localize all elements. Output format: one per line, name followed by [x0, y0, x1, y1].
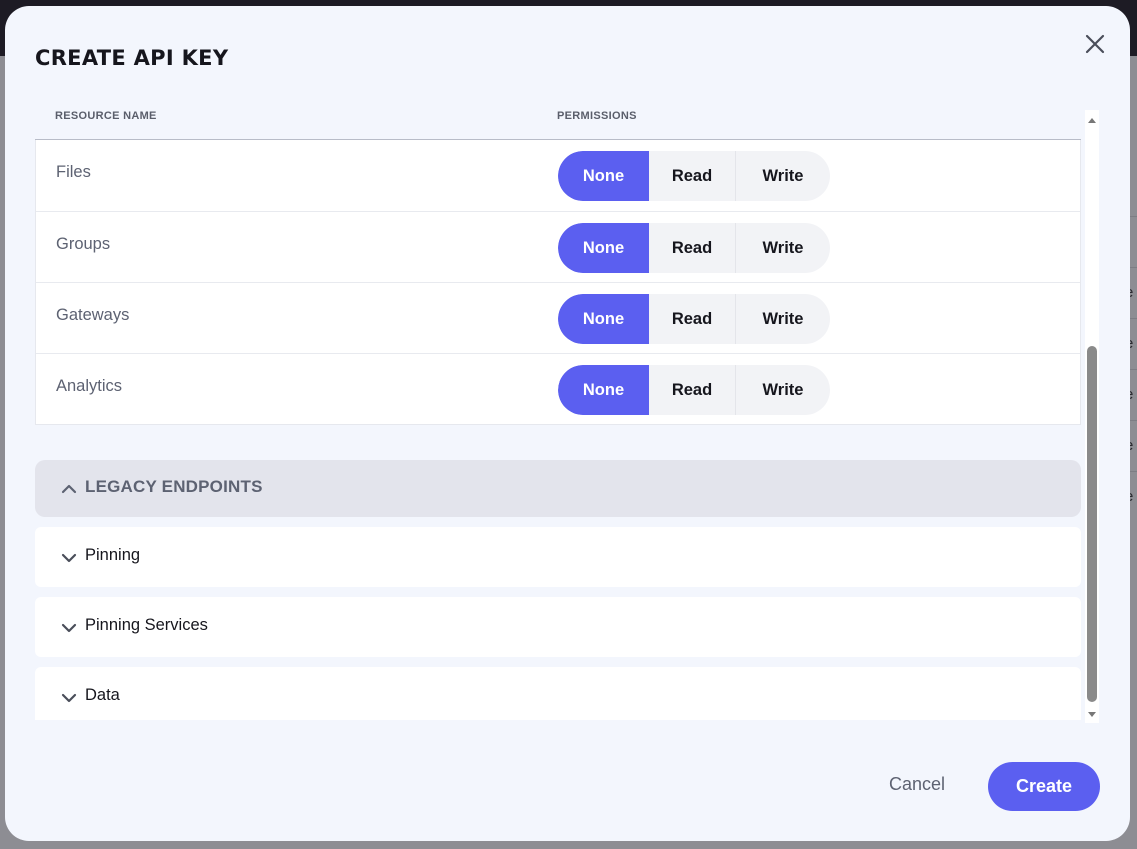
- chevron-down-icon: [61, 623, 77, 633]
- permission-read-button[interactable]: Read: [649, 294, 736, 344]
- close-icon: [1085, 34, 1105, 54]
- table-header: RESOURCE NAME PERMISSIONS: [35, 102, 1081, 140]
- permission-read-button[interactable]: Read: [649, 223, 736, 273]
- permission-none-button[interactable]: None: [558, 151, 649, 201]
- permission-none-button[interactable]: None: [558, 294, 649, 344]
- legacy-endpoints-header[interactable]: LEGACY ENDPOINTS: [35, 460, 1081, 517]
- create-button[interactable]: Create: [988, 762, 1100, 811]
- scrollbar[interactable]: [1085, 110, 1099, 723]
- accordion-item-pinning[interactable]: Pinning: [35, 527, 1081, 587]
- accordion-label: Data: [85, 686, 120, 704]
- create-api-key-modal: CREATE API KEY RESOURCE NAME PERMISSIONS…: [5, 6, 1130, 841]
- permission-none-button[interactable]: None: [558, 365, 649, 415]
- permissions-header: PERMISSIONS: [557, 110, 637, 122]
- chevron-up-icon: [61, 484, 77, 494]
- accordion-item-data[interactable]: Data: [35, 667, 1081, 720]
- permission-toggle-gateways: None Read Write: [558, 294, 830, 344]
- permission-toggle-analytics: None Read Write: [558, 365, 830, 415]
- permission-toggle-groups: None Read Write: [558, 223, 830, 273]
- resource-label-gateways: Gateways: [56, 306, 130, 324]
- table-row: Groups None Read Write: [36, 211, 1080, 282]
- permission-write-button[interactable]: Write: [736, 365, 830, 415]
- permissions-scroll-area: RESOURCE NAME PERMISSIONS Files None Rea…: [35, 102, 1101, 720]
- permission-read-button[interactable]: Read: [649, 151, 736, 201]
- resource-label-files: Files: [56, 163, 91, 181]
- scroll-up-arrow-icon[interactable]: [1088, 116, 1096, 124]
- table-row: Gateways None Read Write: [36, 282, 1080, 353]
- table-row: Analytics None Read Write: [36, 353, 1080, 424]
- scrollbar-thumb[interactable]: [1087, 346, 1097, 702]
- chevron-down-icon: [61, 553, 77, 563]
- permission-read-button[interactable]: Read: [649, 365, 736, 415]
- permission-write-button[interactable]: Write: [736, 151, 830, 201]
- resource-name-header: RESOURCE NAME: [55, 110, 157, 122]
- chevron-down-icon: [61, 693, 77, 703]
- table-row: Files None Read Write: [36, 140, 1080, 211]
- resource-label-groups: Groups: [56, 235, 111, 253]
- permission-write-button[interactable]: Write: [736, 294, 830, 344]
- permission-toggle-files: None Read Write: [558, 151, 830, 201]
- permission-none-button[interactable]: None: [558, 223, 649, 273]
- accordion-label: Pinning Services: [85, 616, 208, 634]
- legacy-endpoints-label: LEGACY ENDPOINTS: [85, 477, 263, 496]
- close-button[interactable]: [1081, 30, 1109, 58]
- scroll-down-arrow-icon[interactable]: [1088, 711, 1096, 719]
- cancel-button[interactable]: Cancel: [877, 769, 957, 799]
- accordion-label: Pinning: [85, 546, 141, 564]
- resource-label-analytics: Analytics: [56, 377, 123, 395]
- modal-title: CREATE API KEY: [35, 46, 229, 70]
- permissions-table-body: Files None Read Write Groups None Read W…: [35, 140, 1081, 425]
- accordion-item-pinning-services[interactable]: Pinning Services: [35, 597, 1081, 657]
- permission-write-button[interactable]: Write: [736, 223, 830, 273]
